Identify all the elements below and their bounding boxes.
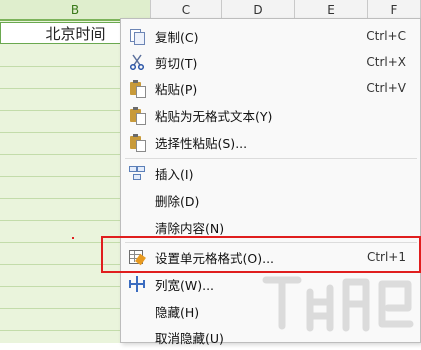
menu-item-label: 插入(I) <box>155 166 194 182</box>
menu-item-label: 复制(C) <box>155 29 199 45</box>
menu-item-paste[interactable]: 粘贴(P) Ctrl+V <box>121 75 420 101</box>
cell-value: 北京时间 <box>45 24 106 43</box>
menu-item-paste-as-text[interactable]: 粘贴为无格式文本(Y) <box>121 102 420 128</box>
menu-item-label: 粘贴(P) <box>155 81 198 97</box>
menu-item-shortcut: Ctrl+C <box>366 29 406 43</box>
column-width-icon <box>129 276 145 292</box>
menu-item-label: 选择性粘贴(S)... <box>155 135 248 151</box>
column-header-label: E <box>327 3 335 17</box>
column-header-label: F <box>390 3 398 17</box>
menu-item-label: 粘贴为无格式文本(Y) <box>155 108 273 124</box>
menu-item-shortcut: Ctrl+X <box>366 55 406 69</box>
menu-item-copy[interactable]: 复制(C) Ctrl+C <box>121 23 420 49</box>
paste-icon <box>129 80 146 98</box>
insert-cells-icon <box>129 165 145 181</box>
menu-separator <box>125 158 417 159</box>
menu-item-label: 剪切(T) <box>155 55 198 71</box>
watermark-logo <box>262 276 414 332</box>
menu-item-label: 隐藏(H) <box>155 304 200 320</box>
menu-item-cut[interactable]: 剪切(T) Ctrl+X <box>121 49 420 75</box>
menu-item-shortcut: Ctrl+V <box>366 81 406 95</box>
paste-special-icon <box>129 134 146 152</box>
red-dot-mark <box>72 237 74 239</box>
column-header-label: D <box>253 3 263 17</box>
menu-item-label: 列宽(W)... <box>155 277 215 293</box>
menu-item-delete[interactable]: 删除(D) <box>121 187 420 213</box>
menu-item-label: 删除(D) <box>155 193 200 209</box>
copy-icon <box>129 28 145 45</box>
menu-item-label: 取消隐藏(U) <box>155 330 224 346</box>
menu-item-label: 清除内容(N) <box>155 220 225 236</box>
paste-text-icon <box>129 107 146 125</box>
column-header-label: C <box>181 3 191 17</box>
menu-item-paste-special[interactable]: 选择性粘贴(S)... <box>121 129 420 155</box>
menu-item-insert[interactable]: 插入(I) <box>121 160 420 186</box>
scissors-icon <box>129 54 145 71</box>
column-header-label: B <box>70 2 80 17</box>
